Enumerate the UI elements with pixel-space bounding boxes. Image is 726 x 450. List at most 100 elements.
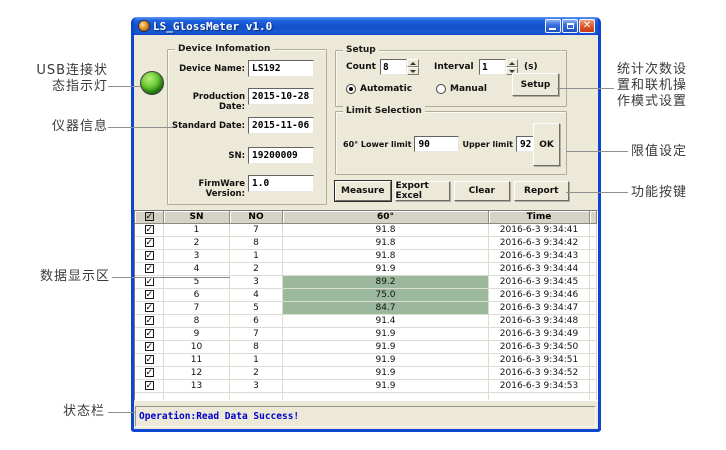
table-row[interactable] [135,393,597,401]
count-spin-down-icon[interactable] [407,67,419,75]
row-select-cell[interactable]: ✓ [135,380,164,393]
count-spin-up-icon[interactable] [407,59,419,67]
measure-button[interactable]: Measure [335,181,391,201]
standard-date-value[interactable]: 2015-11-06 [248,117,314,134]
row-select-cell[interactable]: ✓ [135,250,164,263]
header-time[interactable]: Time [489,211,590,224]
radio-automatic[interactable]: Automatic [346,84,412,94]
table-cell [283,393,489,401]
table-row[interactable]: ✓12291.92016-6-3 9:34:52 [135,367,597,380]
row-select-cell[interactable]: ✓ [135,289,164,302]
table-row[interactable]: ✓10891.92016-6-3 9:34:50 [135,341,597,354]
table-cell: 6 [230,315,283,328]
table-cell: 3 [164,250,230,263]
device-name-value[interactable]: LS192 [248,60,314,77]
row-checkbox-icon[interactable]: ✓ [145,225,154,234]
maximize-button[interactable] [562,19,578,33]
annotation-device-info: 仪器信息 [28,119,108,135]
table-cell: 91.8 [283,250,489,263]
table-row[interactable]: ✓1791.82016-6-3 9:34:41 [135,224,597,237]
row-checkbox-icon[interactable]: ✓ [145,342,154,351]
header-no[interactable]: NO [230,211,283,224]
table-row[interactable]: ✓4291.92016-6-3 9:34:44 [135,263,597,276]
table-cell [590,289,597,302]
row-checkbox-icon[interactable]: ✓ [145,381,154,390]
table-row[interactable]: ✓8691.42016-6-3 9:34:48 [135,315,597,328]
table-row[interactable]: ✓2891.82016-6-3 9:34:42 [135,237,597,250]
interval-spin-up-icon[interactable] [506,59,518,67]
radio-manual-label: Manual [450,84,487,94]
table-cell: 91.8 [283,237,489,250]
row-checkbox-icon[interactable]: ✓ [145,238,154,247]
row-select-cell[interactable]: ✓ [135,315,164,328]
row-select-cell[interactable]: ✓ [135,341,164,354]
table-cell: 6 [164,289,230,302]
annotation-setup-note: 统计次数设 置和联机操 作模式设置 [617,62,695,110]
radio-automatic-icon[interactable] [346,84,356,94]
table-cell: 5 [230,302,283,315]
annotation-usb-led: USB连接状 态指示灯 [28,63,108,95]
header-60[interactable]: 60° [283,211,489,224]
table-cell [590,328,597,341]
firmware-version-value[interactable]: 1.0 [248,175,314,192]
minimize-icon [549,28,556,30]
row-checkbox-icon[interactable]: ✓ [145,277,154,286]
status-bar: Operation:Read Data Success! [135,406,596,427]
row-checkbox-icon[interactable]: ✓ [145,290,154,299]
radio-manual[interactable]: Manual [436,84,487,94]
row-select-cell[interactable]: ✓ [135,367,164,380]
table-row[interactable]: ✓3191.82016-6-3 9:34:43 [135,250,597,263]
row-checkbox-icon[interactable]: ✓ [145,264,154,273]
header-extra [590,211,597,224]
table-row[interactable]: ✓9791.92016-6-3 9:34:49 [135,328,597,341]
ok-button[interactable]: OK [533,123,560,166]
row-select-cell[interactable]: ✓ [135,302,164,315]
close-button[interactable]: ✕ [579,19,595,33]
row-select-cell[interactable]: ✓ [135,237,164,250]
header-sn[interactable]: SN [164,211,230,224]
table-row[interactable]: ✓13391.92016-6-3 9:34:53 [135,380,597,393]
clear-button[interactable]: Clear [454,181,510,201]
row-checkbox-icon[interactable]: ✓ [145,303,154,312]
table-cell: 13 [164,380,230,393]
setup-button[interactable]: Setup [512,73,559,96]
annotation-status-bar: 状态栏 [28,404,105,420]
table-cell: 4 [164,263,230,276]
table-row[interactable]: ✓7584.72016-6-3 9:34:47 [135,302,597,315]
count-label: Count [346,62,376,72]
table-cell: 8 [230,237,283,250]
select-all-checkbox-icon[interactable]: ✓ [145,212,154,221]
select-all-header[interactable]: ✓ [135,211,164,224]
minimize-button[interactable] [545,19,561,33]
report-button[interactable]: Report [514,181,570,201]
count-input[interactable]: 8 [380,59,407,75]
production-date-value[interactable]: 2015-10-28 [248,88,314,105]
device-name-label: Device Name: [168,64,245,74]
table-cell: 91.9 [283,263,489,276]
table-cell: 7 [164,302,230,315]
table-cell [590,367,597,380]
lower-limit-input[interactable]: 90 [414,136,459,152]
row-select-cell[interactable]: ✓ [135,263,164,276]
row-select-cell[interactable]: ✓ [135,328,164,341]
row-checkbox-icon[interactable]: ✓ [145,329,154,338]
export-excel-button[interactable]: Export Excel [395,181,451,201]
row-checkbox-icon[interactable]: ✓ [145,355,154,364]
row-checkbox-icon[interactable]: ✓ [145,368,154,377]
table-row[interactable]: ✓6475.02016-6-3 9:34:46 [135,289,597,302]
interval-unit-label: (s) [524,62,538,72]
radio-manual-icon[interactable] [436,84,446,94]
row-select-cell[interactable]: ✓ [135,354,164,367]
interval-input[interactable]: 1 [479,59,506,75]
table-cell: 2 [230,367,283,380]
table-row[interactable]: ✓11191.92016-6-3 9:34:51 [135,354,597,367]
row-select-cell[interactable]: ✓ [135,224,164,237]
row-checkbox-icon[interactable]: ✓ [145,251,154,260]
table-cell: 2 [230,263,283,276]
annotation-line-limit-note [566,151,628,152]
table-cell [590,393,597,401]
titlebar[interactable]: LS_GlossMeter v1.0 ✕ [134,17,598,35]
data-table[interactable]: ✓ SN NO 60° Time ✓1791.82016-6-3 9:34:41… [134,210,598,401]
row-checkbox-icon[interactable]: ✓ [145,316,154,325]
sn-value[interactable]: 19200009 [248,147,314,164]
